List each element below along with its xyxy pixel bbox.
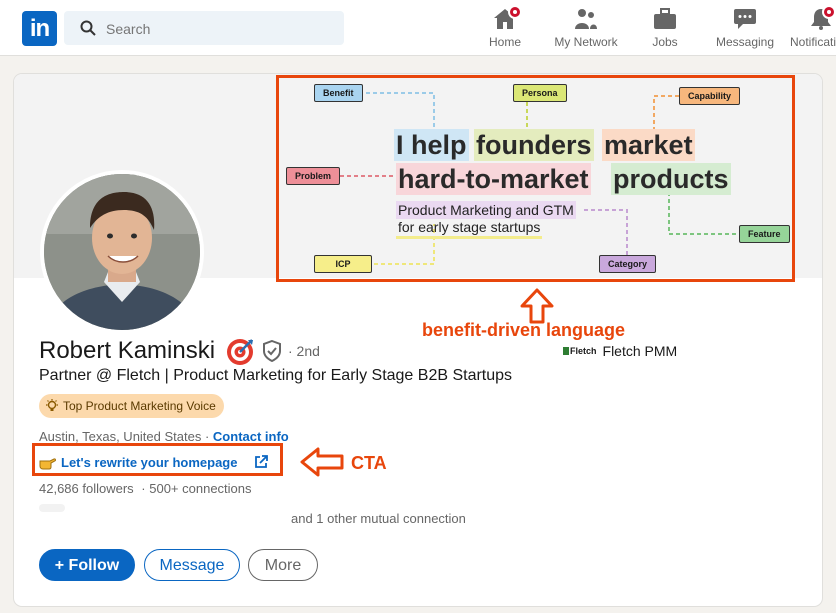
top-voice-label: Top Product Marketing Voice <box>63 399 216 413</box>
nav-messaging[interactable]: Messaging <box>712 6 778 52</box>
connection-degree: · 2nd <box>288 343 320 359</box>
verified-shield-icon[interactable] <box>262 340 282 362</box>
location-line: Austin, Texas, United States · Contact i… <box>39 429 289 444</box>
nav-my-network-label: My Network <box>554 35 618 49</box>
chat-icon <box>734 9 756 29</box>
nav-home-label: Home <box>488 35 521 49</box>
top-nav: in Home My Network Jobs Messaging Not <box>0 0 836 56</box>
message-button[interactable]: Message <box>144 549 240 581</box>
connections-count[interactable]: · 500+ connections <box>141 481 251 496</box>
follow-button[interactable]: + Follow <box>39 549 135 581</box>
pointing-hand-icon <box>39 458 57 470</box>
profile-headline: Partner @ Fletch | Product Marketing for… <box>39 367 513 384</box>
followers-line: 42,686 followers · 500+ connections <box>39 481 252 496</box>
arrow-left-icon <box>300 447 344 477</box>
nav-jobs-label: Jobs <box>652 35 678 49</box>
external-link-icon[interactable] <box>254 455 268 469</box>
network-icon <box>575 9 597 29</box>
profile-name: Robert Kaminski <box>39 337 216 364</box>
annotation-benefit-label: benefit-driven language <box>422 320 626 340</box>
bulb-icon <box>46 399 58 411</box>
nav-notifications[interactable]: Notifications <box>790 6 836 52</box>
location: Austin, Texas, United States <box>39 429 202 444</box>
nav-home[interactable]: Home <box>480 5 530 52</box>
nav-notifications-label: Notifications <box>790 35 836 49</box>
top-voice-badge[interactable]: Top Product Marketing Voice <box>39 394 224 418</box>
search-input[interactable] <box>104 11 338 47</box>
search-icon <box>80 20 96 36</box>
website-link[interactable]: Let's rewrite your homepage <box>61 455 237 470</box>
arrow-up-icon <box>520 288 554 324</box>
fletch-logo: Fletch <box>563 346 597 356</box>
annotation-cta-label: CTA <box>351 453 387 473</box>
linkedin-logo[interactable]: in <box>22 11 57 46</box>
annotation-box-banner <box>276 75 795 282</box>
profile-photo <box>44 174 200 330</box>
location-separator: · <box>201 429 213 444</box>
current-company[interactable]: Fletch Fletch PMM <box>563 343 677 359</box>
company-name: Fletch PMM <box>602 343 678 359</box>
avatar[interactable] <box>40 170 204 334</box>
search-bar[interactable] <box>64 11 344 47</box>
nav-messaging-label: Messaging <box>715 35 775 49</box>
contact-info-link[interactable]: Contact info <box>213 429 289 444</box>
nav-jobs[interactable]: Jobs <box>640 6 690 52</box>
notification-badge <box>822 6 836 19</box>
profile-card: Benefit Persona Capability Problem Featu… <box>14 74 822 606</box>
target-emoji-icon <box>227 339 253 365</box>
briefcase-icon <box>654 8 676 29</box>
mutual-connections[interactable]: and 1 other mutual connection <box>291 511 466 526</box>
more-button[interactable]: More <box>248 549 318 581</box>
mutual-avatars-placeholder <box>39 504 65 512</box>
notification-badge <box>508 5 522 19</box>
followers-count[interactable]: 42,686 followers <box>39 481 134 496</box>
nav-my-network[interactable]: My Network <box>550 6 622 52</box>
